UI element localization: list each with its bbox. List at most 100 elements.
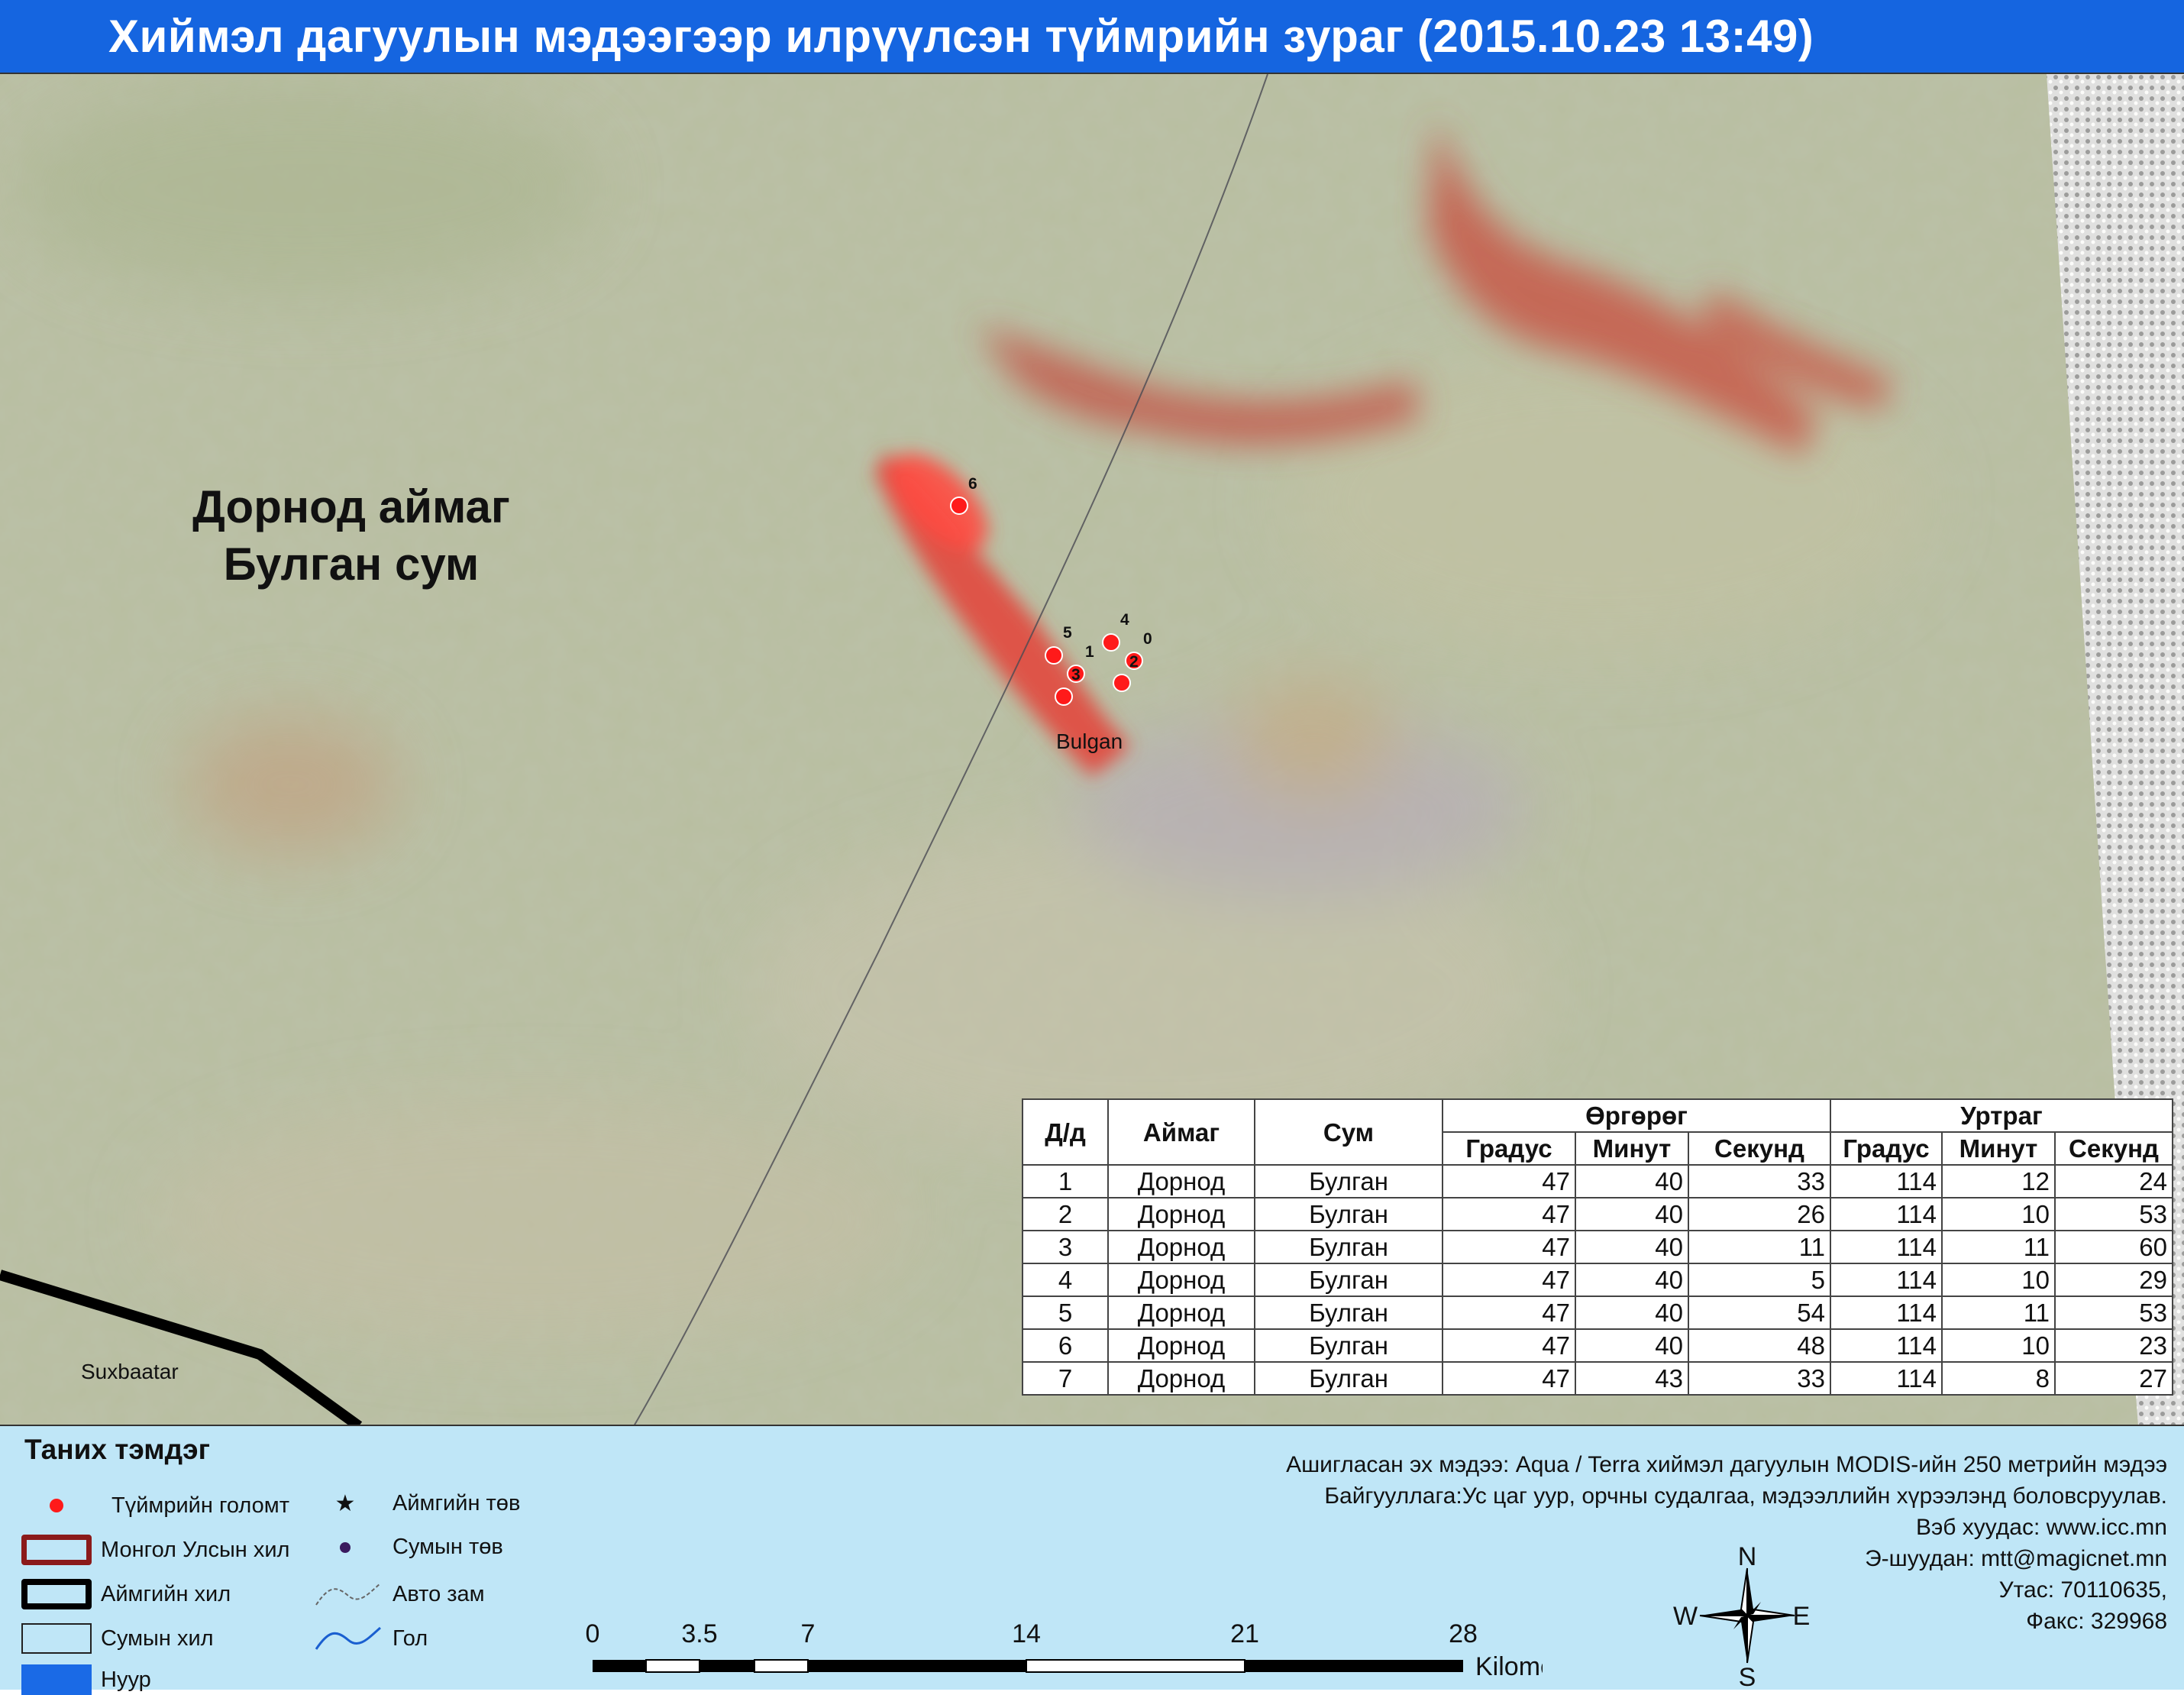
header-longitude: Уртраг xyxy=(1830,1098,2173,1133)
star-icon: ★ xyxy=(334,1491,356,1516)
fire-point-5 xyxy=(1045,646,1063,665)
header-sum: Сум xyxy=(1254,1098,1443,1166)
cell-num: 2 xyxy=(1022,1197,1109,1231)
cell-lat-deg: 47 xyxy=(1442,1197,1576,1231)
cell-sum: Булган xyxy=(1254,1328,1443,1363)
table-row: 7 Дорнод Булган 47 43 33 114 8 27 xyxy=(1022,1361,2173,1396)
table-row: 5 Дорнод Булган 47 40 54 114 11 53 xyxy=(1022,1296,2173,1330)
legend-national-border: Монгол Улсын хил xyxy=(21,1535,289,1565)
cell-lon-sec: 60 xyxy=(2054,1230,2173,1264)
cell-num: 6 xyxy=(1022,1328,1109,1363)
fire-point-2 xyxy=(1113,674,1131,692)
sum-border-icon xyxy=(21,1623,92,1654)
title-bar: Хиймэл дагуулын мэдээгээр илрүүлсэн түйм… xyxy=(0,0,2184,73)
cell-lon-min: 10 xyxy=(1941,1197,2056,1231)
cell-lat-deg: 47 xyxy=(1442,1164,1576,1198)
cell-lon-min: 11 xyxy=(1941,1230,2056,1264)
cell-lat-sec: 11 xyxy=(1688,1230,1831,1264)
national-border-icon xyxy=(21,1535,92,1565)
cell-lat-min: 40 xyxy=(1575,1263,1689,1297)
fire-label-5: 5 xyxy=(1063,624,1072,642)
river-icon xyxy=(315,1626,381,1650)
table-row: 6 Дорнод Булган 47 40 48 114 10 23 xyxy=(1022,1328,2173,1363)
legend-road-label: Авто зам xyxy=(393,1581,485,1606)
cell-lat-min: 40 xyxy=(1575,1164,1689,1198)
legend-river-label: Гол xyxy=(393,1625,428,1651)
header-aimag: Аймаг xyxy=(1107,1098,1255,1166)
place-bulgan: Bulgan xyxy=(1056,729,1123,753)
scale-tick-28: 28 xyxy=(1449,1619,1478,1648)
legend-fire: Түймрийн голомт xyxy=(21,1490,289,1521)
scale-tick-0: 0 xyxy=(586,1619,600,1648)
cell-num: 4 xyxy=(1022,1263,1109,1297)
legend-lake-label: Нуур xyxy=(101,1667,151,1692)
cell-lon-deg: 114 xyxy=(1830,1230,1943,1264)
legend-river: Гол xyxy=(313,1623,428,1654)
cell-aimag: Дорнод xyxy=(1107,1164,1255,1198)
credit-website: Вэб хуудас: www.icc.mn xyxy=(1915,1515,2167,1540)
cell-aimag: Дорнод xyxy=(1107,1361,1255,1396)
table-row: 1 Дорнод Булган 47 40 33 114 12 24 xyxy=(1022,1164,2173,1198)
credit-organization: Байгууллага:Ус цаг уур, орчны судалгаа, … xyxy=(1324,1483,2167,1509)
cell-lon-deg: 114 xyxy=(1830,1296,1943,1330)
header-lat-min: Минут xyxy=(1575,1131,1689,1166)
cell-aimag: Дорнод xyxy=(1107,1328,1255,1363)
cell-lat-deg: 47 xyxy=(1442,1361,1576,1396)
cell-aimag: Дорнод xyxy=(1107,1230,1255,1264)
cell-lat-min: 40 xyxy=(1575,1296,1689,1330)
cell-lat-sec: 33 xyxy=(1688,1361,1831,1396)
region-label: Дорнод аймаг Булган сум xyxy=(168,480,535,590)
legend-aimag-border-label: Аймгийн хил xyxy=(101,1581,231,1606)
header-lon-min: Минут xyxy=(1941,1131,2056,1166)
scale-tick-14: 14 xyxy=(1012,1619,1041,1648)
legend-lake: Нуур xyxy=(21,1664,151,1695)
legend-national-border-label: Монгол Улсын хил xyxy=(101,1537,290,1562)
place-suxbaatar: Suxbaatar xyxy=(81,1360,179,1383)
header-lon-sec: Секунд xyxy=(2054,1131,2173,1166)
cell-num: 5 xyxy=(1022,1296,1109,1330)
lake-icon xyxy=(21,1664,92,1695)
region-aimag: Дорнод аймаг xyxy=(192,481,510,532)
cell-lat-min: 40 xyxy=(1575,1230,1689,1264)
road-icon xyxy=(315,1583,381,1606)
cell-sum: Булган xyxy=(1254,1263,1443,1297)
cell-num: 7 xyxy=(1022,1361,1109,1396)
scale-segments xyxy=(593,1659,1463,1673)
cell-lon-sec: 24 xyxy=(2054,1164,2173,1198)
fire-point-6 xyxy=(950,497,968,515)
cell-lat-deg: 47 xyxy=(1442,1328,1576,1363)
cell-lat-min: 40 xyxy=(1575,1197,1689,1231)
legend-sum-center: Сумын төв xyxy=(328,1535,503,1560)
compass-s: S xyxy=(1739,1663,1756,1688)
scale-tick-21: 21 xyxy=(1230,1619,1259,1648)
cell-lon-deg: 114 xyxy=(1830,1361,1943,1396)
sum-center-dot-icon xyxy=(328,1541,362,1553)
cell-lon-sec: 29 xyxy=(2054,1263,2173,1297)
cell-lon-sec: 23 xyxy=(2054,1328,2173,1363)
aimag-border-icon xyxy=(21,1579,92,1609)
legend-aimag-center: ★ Аймгийн төв xyxy=(328,1490,521,1517)
cell-aimag: Дорнод xyxy=(1107,1296,1255,1330)
cell-aimag: Дорнод xyxy=(1107,1263,1255,1297)
cell-lat-sec: 48 xyxy=(1688,1328,1831,1363)
cell-sum: Булган xyxy=(1254,1164,1443,1198)
map-title: Хиймэл дагуулын мэдээгээр илрүүлсэн түйм… xyxy=(108,11,1814,62)
cell-num: 3 xyxy=(1022,1230,1109,1264)
table-row: 2 Дорнод Булган 47 40 26 114 10 53 xyxy=(1022,1197,2173,1231)
fire-point-3 xyxy=(1055,687,1073,706)
fire-point-4 xyxy=(1102,633,1120,652)
cell-num: 1 xyxy=(1022,1164,1109,1198)
cell-lat-deg: 47 xyxy=(1442,1296,1576,1330)
region-sum: Булган сум xyxy=(223,539,480,590)
cell-lat-min: 40 xyxy=(1575,1328,1689,1363)
cell-sum: Булган xyxy=(1254,1230,1443,1264)
legend-aimag-center-label: Аймгийн төв xyxy=(393,1491,521,1515)
compass-e: E xyxy=(1793,1602,1811,1631)
legend-fire-label: Түймрийн голомт xyxy=(111,1493,289,1518)
cell-lon-sec: 27 xyxy=(2054,1361,2173,1396)
cell-lon-sec: 53 xyxy=(2054,1197,2173,1231)
fire-label-3: 3 xyxy=(1071,666,1081,684)
scale-bar: 0 3.5 7 14 21 28 Kilometers xyxy=(586,1619,1543,1681)
compass-rose-icon: N S W E xyxy=(1673,1542,1811,1688)
cell-lon-deg: 114 xyxy=(1830,1164,1943,1198)
